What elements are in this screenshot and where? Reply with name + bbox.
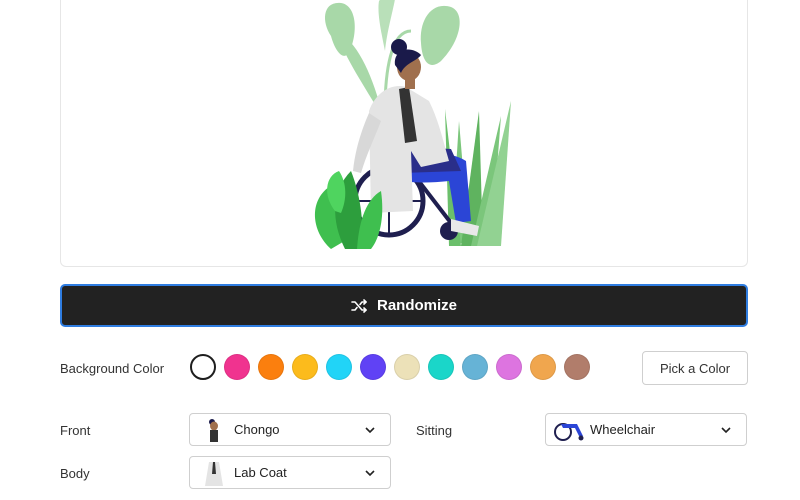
body-thumbnail bbox=[196, 459, 232, 487]
color-swatch[interactable] bbox=[428, 354, 454, 380]
sitting-thumbnail bbox=[552, 416, 588, 444]
front-select[interactable]: Chongo bbox=[189, 413, 391, 446]
sitting-value: Wheelchair bbox=[590, 422, 656, 437]
color-swatch[interactable] bbox=[496, 354, 522, 380]
preview-card bbox=[60, 0, 748, 267]
color-swatch[interactable] bbox=[564, 354, 590, 380]
chevron-down-icon bbox=[365, 469, 375, 476]
sitting-select[interactable]: Wheelchair bbox=[545, 413, 747, 446]
background-color-label: Background Color bbox=[60, 361, 165, 376]
front-thumbnail bbox=[196, 416, 232, 444]
randomize-label: Randomize bbox=[376, 297, 457, 314]
color-swatches bbox=[190, 354, 590, 380]
sitting-label: Sitting bbox=[416, 423, 453, 438]
body-select[interactable]: Lab Coat bbox=[189, 456, 391, 489]
color-swatch[interactable] bbox=[394, 354, 420, 380]
color-swatch[interactable] bbox=[190, 354, 216, 380]
shuffle-icon bbox=[351, 298, 367, 313]
randomize-button[interactable]: Randomize bbox=[60, 284, 748, 327]
front-value: Chongo bbox=[234, 422, 280, 437]
body-value: Lab Coat bbox=[234, 465, 287, 480]
color-swatch[interactable] bbox=[224, 354, 250, 380]
body-label: Body bbox=[60, 466, 90, 481]
front-label: Front bbox=[60, 423, 91, 438]
chevron-down-icon bbox=[365, 426, 375, 433]
pick-color-button[interactable]: Pick a Color bbox=[642, 351, 748, 385]
color-swatch[interactable] bbox=[462, 354, 488, 380]
color-swatch[interactable] bbox=[530, 354, 556, 380]
color-swatch[interactable] bbox=[258, 354, 284, 380]
color-swatch[interactable] bbox=[326, 354, 352, 380]
person-illustration bbox=[314, 0, 511, 249]
color-swatch[interactable] bbox=[360, 354, 386, 380]
color-swatch[interactable] bbox=[292, 354, 318, 380]
chevron-down-icon bbox=[721, 426, 731, 433]
